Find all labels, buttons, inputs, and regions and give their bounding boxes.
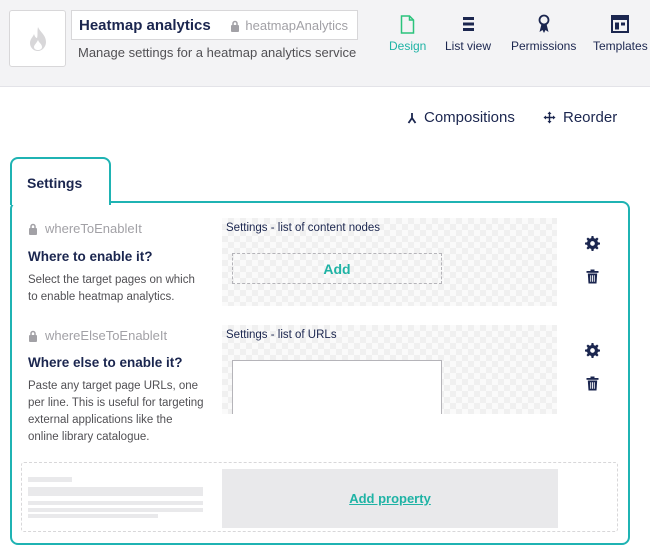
- alias-field[interactable]: heatmapAnalytics: [230, 18, 348, 33]
- placeholder-line: [28, 501, 203, 505]
- editor-title: Settings - list of URLs: [226, 329, 337, 341]
- tab-templates-label: Templates: [593, 39, 648, 53]
- placeholder-line: [28, 514, 158, 518]
- placeholder-line: [28, 477, 72, 482]
- reorder-label: Reorder: [563, 109, 618, 126]
- tab-list-view-label: List view: [445, 39, 492, 53]
- editor-header: Heatmap analytics heatmapAnalytics Manag…: [0, 0, 650, 87]
- property-alias-text: whereElseToEnableIt: [45, 328, 168, 343]
- name-input[interactable]: Heatmap analytics heatmapAnalytics: [71, 10, 358, 40]
- move-icon: [543, 111, 556, 124]
- trash-icon: [586, 269, 598, 283]
- compositions-label: Compositions: [424, 109, 515, 126]
- property-settings-button[interactable]: [584, 235, 600, 251]
- tab-list-view[interactable]: List view: [445, 14, 491, 53]
- tab-design[interactable]: Design: [389, 14, 426, 53]
- flame-icon: [29, 26, 46, 51]
- property-label: Where else to enable it?: [28, 355, 183, 370]
- tab-permissions[interactable]: Permissions: [511, 14, 576, 53]
- medal-icon: [538, 14, 550, 33]
- lock-icon: [29, 223, 37, 235]
- property-editor[interactable]: Settings - list of URLs: [222, 325, 557, 414]
- group-tab-settings[interactable]: Settings: [10, 157, 111, 205]
- tab-permissions-label: Permissions: [511, 39, 577, 53]
- list-icon: [462, 17, 474, 31]
- placeholder-line: [28, 508, 203, 512]
- editor-title: Settings - list of content nodes: [226, 222, 381, 234]
- property-editor[interactable]: Settings - list of content nodes Add: [222, 218, 557, 306]
- add-property-button[interactable]: Add property: [222, 469, 558, 528]
- property-delete-button[interactable]: [584, 268, 600, 284]
- alias-text: heatmapAnalytics: [245, 18, 348, 33]
- gear-icon: [584, 235, 600, 251]
- add-content-button[interactable]: Add: [232, 253, 442, 284]
- property-delete-button[interactable]: [584, 375, 600, 391]
- tab-templates[interactable]: Templates: [593, 14, 648, 53]
- property-description: Select the target pages on which to enab…: [28, 274, 195, 303]
- doctype-icon-button[interactable]: [9, 10, 66, 67]
- template-icon: [611, 15, 630, 33]
- group-tab-label: Settings: [27, 175, 83, 191]
- property-description: Paste any target page URLs, one per line…: [28, 380, 204, 443]
- property-alias-text: whereToEnableIt: [45, 221, 142, 236]
- gear-icon: [584, 342, 600, 358]
- document-icon: [400, 14, 415, 34]
- description-input[interactable]: Manage settings for a heatmap analytics …: [78, 45, 356, 60]
- add-property-area: Add property: [21, 462, 618, 532]
- compositions-button[interactable]: Compositions: [407, 109, 515, 126]
- lock-icon: [231, 20, 240, 32]
- property-alias[interactable]: whereToEnableIt: [28, 221, 142, 236]
- property-label: Where to enable it?: [28, 249, 153, 264]
- property-settings-button[interactable]: [584, 342, 600, 358]
- doctype-name: Heatmap analytics: [79, 17, 211, 34]
- tab-design-label: Design: [389, 39, 427, 53]
- property-alias[interactable]: whereElseToEnableIt: [28, 328, 167, 343]
- placeholder-line: [28, 487, 203, 496]
- trash-icon: [586, 376, 598, 390]
- reorder-button[interactable]: Reorder: [543, 109, 617, 126]
- merge-icon: [407, 112, 417, 124]
- lock-icon: [29, 330, 37, 342]
- url-textarea[interactable]: [232, 360, 442, 414]
